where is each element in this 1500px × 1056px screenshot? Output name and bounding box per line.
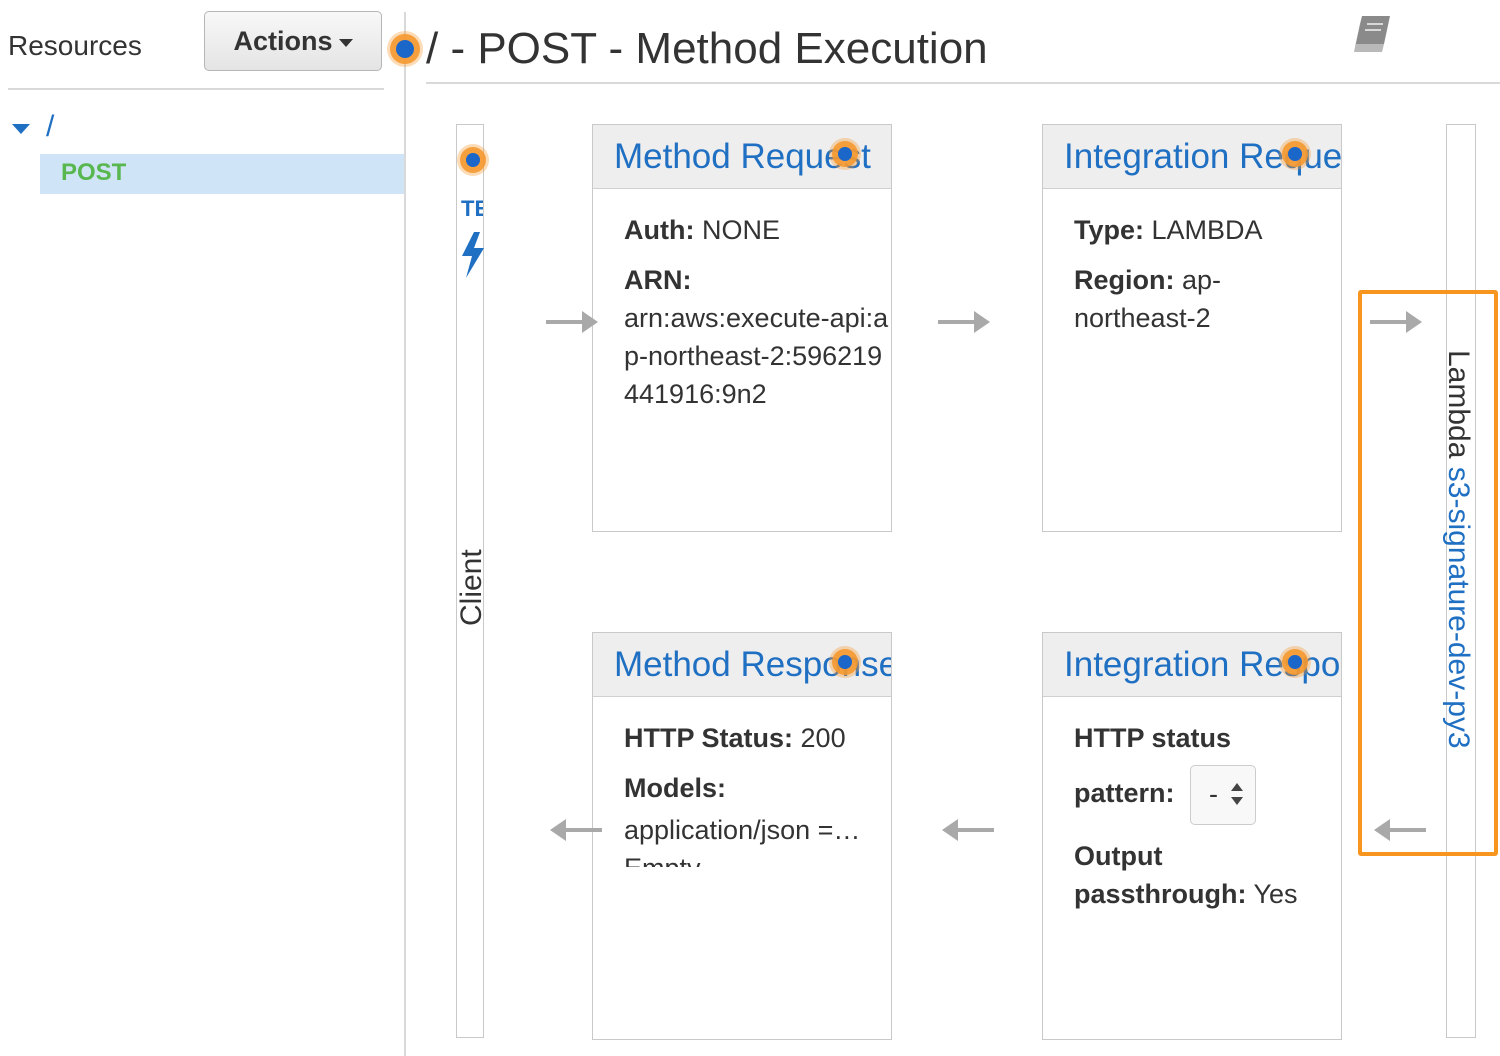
arrow-left-icon [550,819,602,841]
method-response-card: Method Response HTTP Status: 200 Models:… [592,632,892,1040]
hotspot-icon [838,655,852,669]
highlight-annotation [1358,290,1498,856]
integration-response-header[interactable]: Integration Response [1043,633,1341,697]
auth-value: NONE [701,215,780,245]
book-icon[interactable] [1350,14,1394,59]
method-response-header[interactable]: Method Response [593,633,891,697]
arn-label: ARN: [624,265,692,295]
status-pattern-select[interactable]: - [1190,765,1257,825]
passthrough-value: Yes [1253,879,1298,909]
arrow-right-icon [546,311,598,333]
method-request-card: Method Request Auth: NONE ARN: arn:aws:ex… [592,124,892,532]
sort-up-icon [1231,783,1244,791]
hotspot-icon [396,40,414,58]
hotspot-icon [838,147,852,161]
integration-response-card: Integration Response HTTP status pattern… [1042,632,1342,1040]
arrow-right-icon [938,311,990,333]
passthrough-label: passthrough: [1074,879,1247,909]
type-value: LAMBDA [1151,215,1263,245]
sort-down-icon [1231,797,1244,805]
hotspot-icon [1288,147,1302,161]
models-value: application/json =… [624,815,861,845]
tree-item-post[interactable]: POST [40,154,404,194]
resources-title: Resources [8,30,142,61]
page-title: / - POST - Method Execution [426,24,988,73]
hotspot-icon [1288,655,1302,669]
method-request-link[interactable]: Method Request [614,137,871,176]
status-pattern-selected: - [1209,779,1219,809]
actions-label: Actions [233,25,333,56]
models-value-2: Empty [624,849,891,867]
type-label: Type: [1074,215,1145,245]
test-link[interactable]: TEST [461,196,483,222]
actions-button[interactable]: Actions [204,11,382,71]
expand-caret-icon[interactable] [12,124,30,134]
arn-value: arn:aws:execute-api:ap-northeast-2:59621… [624,303,889,409]
status-pattern-label: HTTP status [1074,723,1232,753]
auth-label: Auth: [624,215,695,245]
http-status-value: 200 [800,723,846,753]
models-label: Models: [624,773,727,803]
caret-down-icon [338,38,353,47]
arrow-left-icon [942,819,994,841]
method-request-header[interactable]: Method Request [593,125,891,189]
client-label: Client [455,549,488,626]
pattern-label: pattern: [1074,778,1175,809]
region-label: Region: [1074,265,1175,295]
integration-request-card: Integration Request Type: LAMBDA Region:… [1042,124,1342,532]
title-divider [426,82,1500,84]
integration-request-header[interactable]: Integration Request [1043,125,1341,189]
hotspot-icon [466,153,480,167]
tree-item-root[interactable]: / [46,110,54,144]
panel-divider[interactable] [404,12,406,1056]
output-label: Output [1074,841,1163,871]
lightning-bolt-icon[interactable] [460,232,486,283]
http-status-label: HTTP Status: [624,723,794,753]
sidebar-divider [8,88,384,90]
